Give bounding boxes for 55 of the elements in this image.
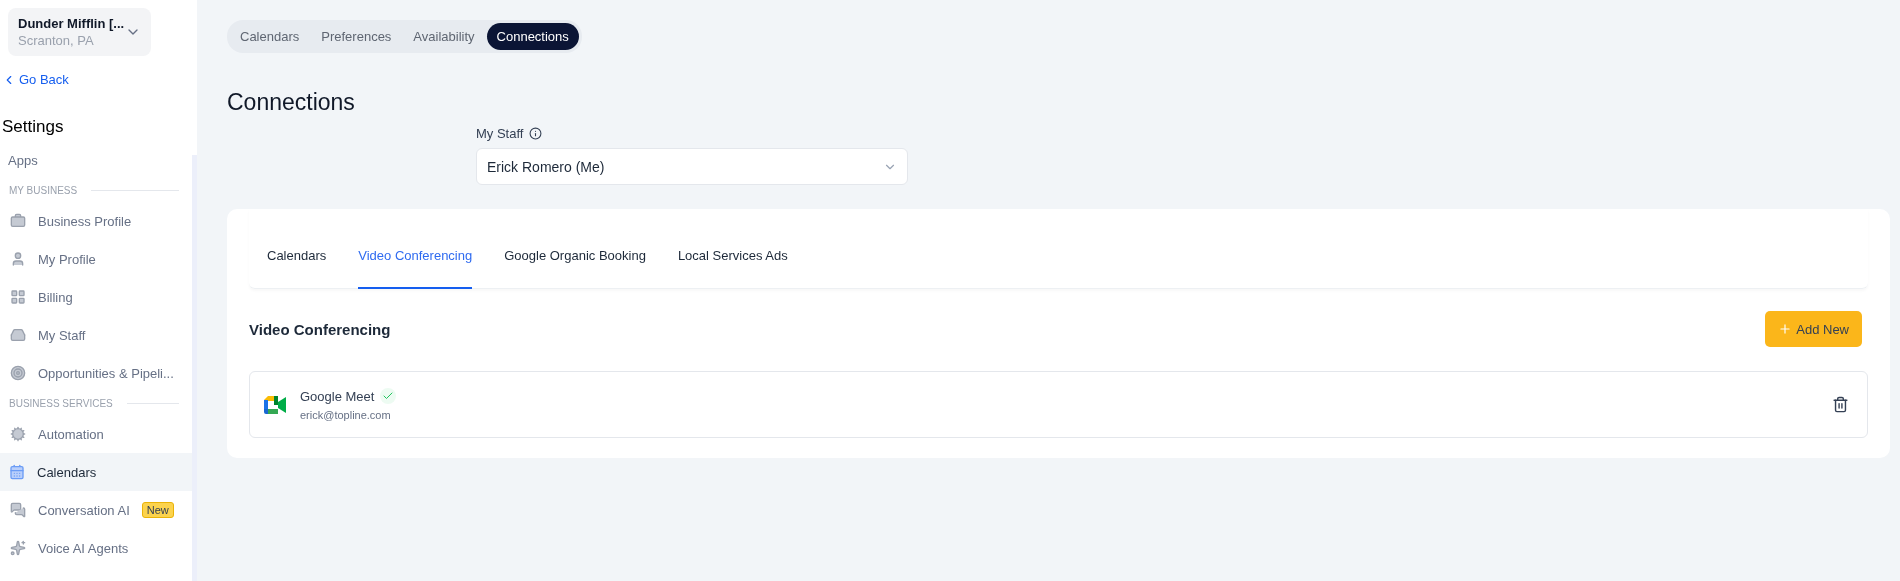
video-camera-icon [264, 395, 286, 414]
item-label: Voice AI Agents [38, 540, 129, 556]
item-label: Automation [38, 426, 104, 442]
account-name: Dunder Mifflin [... [18, 16, 125, 31]
sidebar-item[interactable]: Billing [0, 278, 192, 316]
tab[interactable]: Video Conferencing [358, 248, 473, 289]
sidebar-item[interactable]: Automation [0, 415, 192, 453]
tab[interactable]: Availability [403, 23, 485, 50]
sidebar-item[interactable]: Conversation AI New [0, 491, 192, 529]
tab[interactable]: Calendars [267, 248, 327, 289]
menu-icon [10, 365, 26, 381]
item-label: Business Profile [38, 213, 132, 229]
tab[interactable]: Preferences [311, 23, 402, 50]
sidebar-item[interactable]: My Profile [0, 240, 192, 278]
connection-email: erick@topline.com [300, 409, 392, 421]
menu-icon [10, 327, 26, 343]
sidebar-item[interactable]: Business Profile [0, 202, 192, 240]
info-icon[interactable] [529, 127, 543, 140]
menu-icon [10, 289, 26, 305]
sidebar-title: Settings [2, 117, 65, 137]
tab[interactable]: Google Organic Booking [504, 248, 646, 289]
sidebar-item[interactable]: My Staff [0, 316, 192, 354]
sidebar-item[interactable]: Opportunities & Pipeli... [0, 354, 192, 392]
back-link[interactable]: Go Back [2, 72, 197, 87]
sidebar-item[interactable]: Voice AI Agents [0, 529, 192, 567]
account-switcher[interactable]: Dunder Mifflin [... Scranton, PA [8, 8, 151, 56]
menu-icon [9, 464, 25, 480]
item-label: Conversation AI [38, 502, 130, 518]
menu-icon [10, 426, 26, 442]
account-location: Scranton, PA [18, 33, 95, 48]
item-label: Billing [38, 289, 73, 305]
tab[interactable]: Calendars [230, 23, 310, 50]
tab[interactable]: Connections [486, 23, 579, 50]
new-badge: New [141, 502, 174, 518]
menu-icon [10, 213, 26, 229]
item-label: My Profile [38, 251, 96, 267]
menu-icon [10, 540, 26, 556]
page-title: Connections [227, 89, 356, 116]
field-label: My Staff [476, 126, 524, 141]
add-new-button[interactable]: Add New [1765, 311, 1862, 347]
section-heading: MY BUSINESS [9, 185, 78, 196]
connection-name: Google Meet [300, 388, 375, 404]
plus-icon [1778, 322, 1793, 336]
sidebar-item[interactable]: Calendars [0, 453, 192, 491]
item-label: My Staff [38, 327, 86, 343]
sidebar-item[interactable]: Apps [0, 141, 192, 179]
section-title: Video Conferencing [249, 320, 391, 338]
item-label: Opportunities & Pipeli... [38, 365, 174, 381]
item-label: Calendars [37, 464, 97, 480]
tab[interactable]: Local Services Ads [677, 248, 788, 289]
staff-select[interactable]: Erick Romero (Me) [476, 148, 908, 185]
section-heading: BUSINESS SERVICES [9, 398, 113, 409]
menu-icon [10, 251, 26, 267]
delete-icon[interactable] [1832, 396, 1849, 413]
menu-icon [10, 502, 26, 518]
